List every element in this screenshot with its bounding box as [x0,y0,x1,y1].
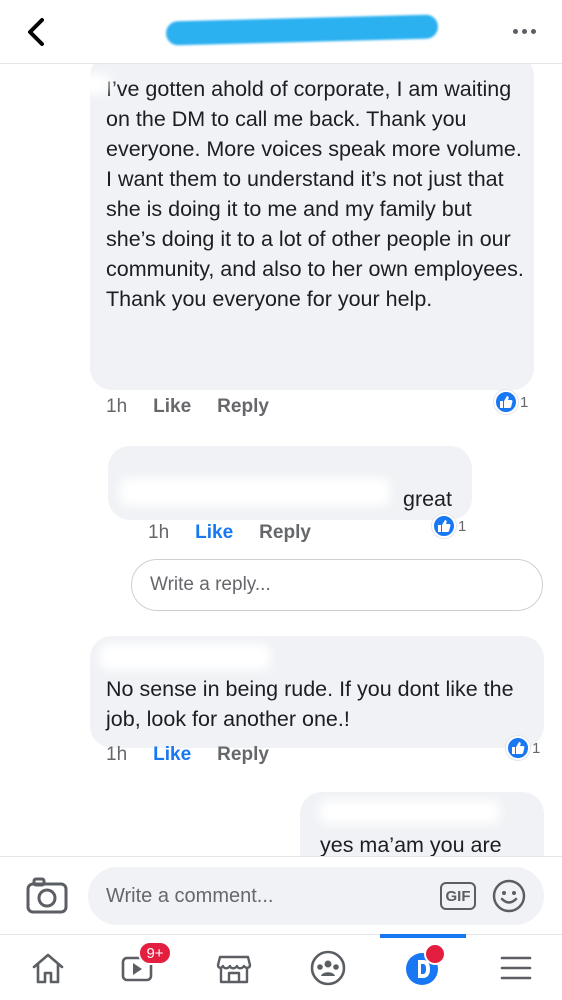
nav-watch[interactable]: 9+ [112,941,172,991]
reply-placeholder: Write a reply... [150,574,271,595]
gif-button[interactable]: GIF [440,882,476,910]
reaction-number: 1 [458,517,467,535]
comment-text: I’ve gotten ahold of corporate, I am wai… [106,77,524,311]
reaction-count[interactable]: 1 [506,736,540,760]
thumbs-up-icon [432,514,456,538]
reaction-count[interactable]: 1 [494,390,528,414]
reply-text: great [402,487,452,511]
nav-dating[interactable] [396,943,448,991]
redacted-name [20,74,110,94]
marketplace-icon [216,955,252,984]
reply-button[interactable]: Reply [217,744,269,766]
redacted-name [120,478,390,506]
home-icon [32,953,64,984]
comment-actions: 1h Like Reply [106,396,269,418]
like-button[interactable]: Like [153,744,191,766]
back-button[interactable] [18,14,54,50]
comment-text: yes ma’am you are [320,833,502,856]
redacted-title [165,14,439,46]
like-button[interactable]: Like [153,396,191,418]
comment-composer: Write a comment... GIF [0,856,562,934]
chevron-left-icon [28,18,44,46]
nav-menu[interactable] [490,945,542,991]
more-dot-icon [530,28,536,34]
more-options-button[interactable] [504,16,544,46]
reply-button[interactable]: Reply [259,522,311,544]
redacted-name [320,800,500,824]
thumbs-up-icon [506,736,530,760]
reaction-count[interactable]: 1 [432,514,466,538]
nav-marketplace[interactable] [208,945,260,991]
bottom-navigation: 9+ [0,934,562,1000]
comment-time: 1h [106,744,128,765]
menu-icon [500,956,532,980]
more-dot-icon [521,28,527,34]
reply-time: 1h [148,522,170,543]
comments-list[interactable]: I’ve gotten ahold of corporate, I am wai… [0,64,562,856]
camera-button[interactable] [26,877,68,915]
active-tab-indicator [380,934,466,938]
smiley-icon [492,879,526,913]
write-reply-input[interactable]: Write a reply... [131,559,543,611]
emoji-button[interactable] [492,879,526,913]
reaction-number: 1 [532,739,541,757]
like-button[interactable]: Like [195,522,233,544]
more-dot-icon [512,28,518,34]
nav-home[interactable] [22,945,74,991]
camera-icon [26,877,68,914]
comment-text: No sense in being rude. If you dont like… [106,677,514,731]
nav-groups[interactable] [302,945,354,991]
comment-time: 1h [106,396,128,417]
reply-button[interactable]: Reply [217,396,269,418]
reaction-number: 1 [520,393,529,411]
redacted-name [100,644,270,670]
comment-input[interactable]: Write a comment... GIF [88,867,544,925]
notification-badge: 9+ [138,941,172,965]
thumbs-up-icon [494,390,518,414]
comment-actions: 1h Like Reply [106,744,269,766]
heart-badge-icon [424,943,446,965]
comment-bubble: I’ve gotten ahold of corporate, I am wai… [90,64,534,390]
top-bar [0,0,562,64]
comment-placeholder: Write a comment... [106,884,274,907]
groups-icon [310,950,346,986]
reply-actions: 1h Like Reply [148,522,311,544]
